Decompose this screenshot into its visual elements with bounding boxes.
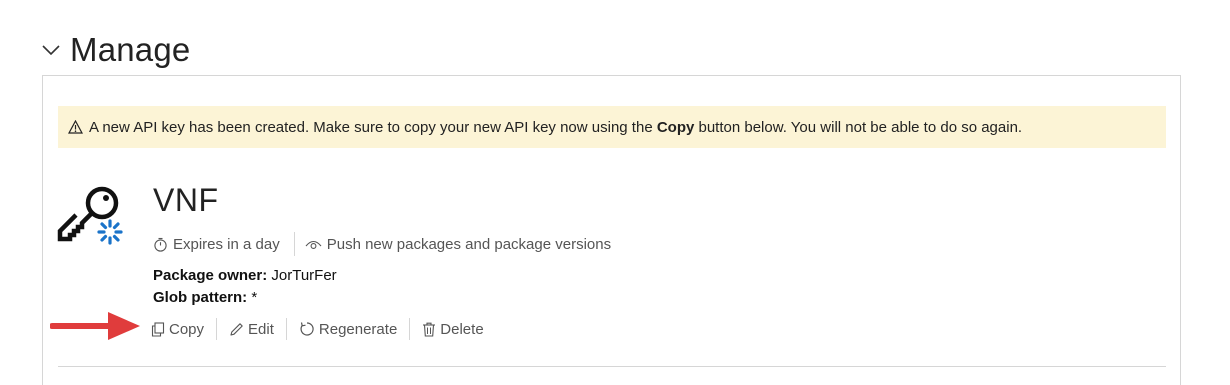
api-key-name: VNF [153,182,219,218]
api-key-icon [57,186,123,245]
regenerate-label: Regenerate [318,320,398,338]
edit-label: Edit [248,320,274,338]
delete-label: Delete [440,320,484,338]
copy-label: Copy [169,320,205,338]
timer-icon [154,237,167,252]
regenerate-button[interactable]: Regenerate [295,321,401,338]
pencil-icon [230,322,243,336]
eye-icon [305,240,322,249]
action-divider [216,318,218,340]
section-title: Manage [70,31,191,68]
delete-button[interactable]: Delete [418,321,487,338]
scope-text: Push new packages and package versions [326,235,612,253]
meta-divider [293,232,295,256]
glob-pattern-row: Glob pattern: * [153,289,257,306]
package-owner-value: JorTurFer [271,267,337,284]
trash-icon [423,322,436,337]
scope-info: Push new packages and package versions [305,236,611,253]
alert-copy-emphasis: Copy [656,118,695,136]
red-arrow-annotation [50,312,140,340]
manage-panel: A new API key has been created. Make sur… [42,75,1181,385]
expiry-text: Expires in a day [173,235,280,253]
chevron-down-icon [42,45,60,56]
edit-button[interactable]: Edit [225,321,278,338]
copy-button[interactable]: Copy [147,321,208,338]
action-divider [285,318,287,340]
api-key-created-alert: A new API key has been created. Make sur… [58,106,1166,148]
glob-pattern-label: Glob pattern: [153,289,248,306]
copy-icon [151,321,165,337]
manage-section-toggle[interactable]: Manage [40,28,190,72]
action-divider [409,318,411,340]
glob-pattern-value: * [251,289,258,306]
key-divider [58,366,1166,367]
alert-message: A new API key has been created. Make sur… [89,118,1023,136]
refresh-icon [300,322,314,336]
api-key-meta: Expires in a day Push new packages and p… [153,231,611,257]
package-owner-label: Package owner: [153,267,268,284]
expiry-info: Expires in a day [153,236,280,253]
package-owner-row: Package owner: JorTurFer [153,267,337,284]
warning-icon [68,120,83,134]
api-key-actions: Copy Edit Regenerate Delete [147,316,488,342]
